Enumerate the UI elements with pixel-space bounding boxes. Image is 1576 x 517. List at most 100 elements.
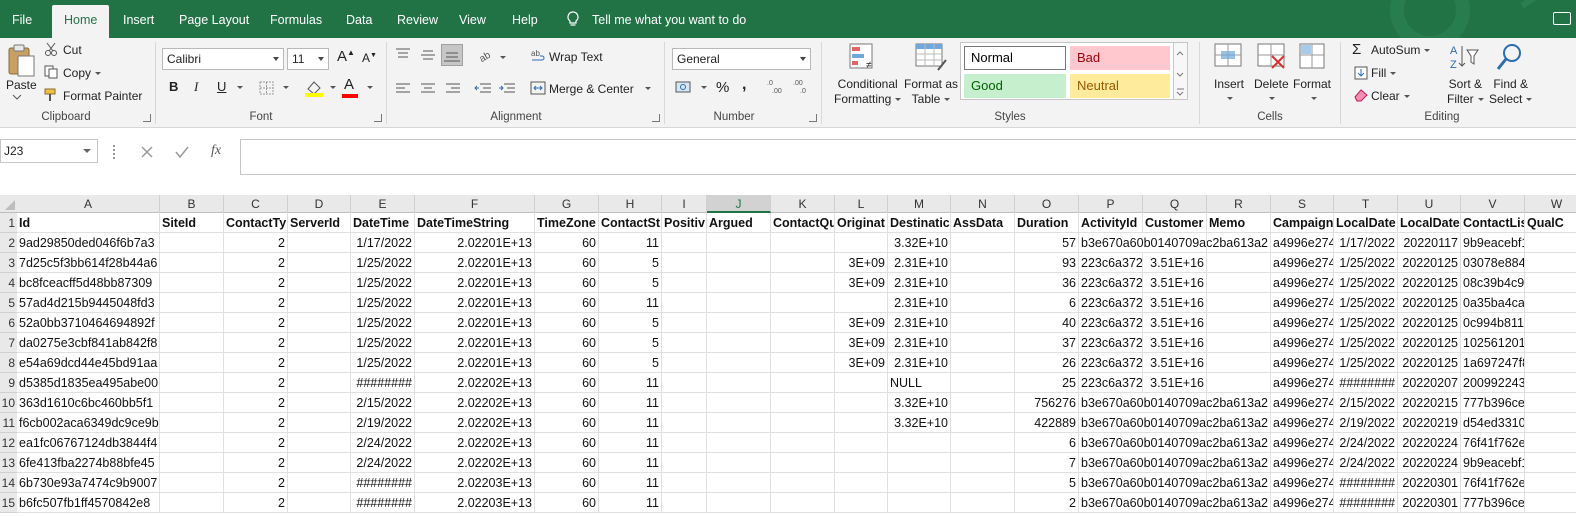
chevron-down-icon[interactable] [500,56,506,59]
column-header-o[interactable]: O [1015,195,1079,213]
data-cell[interactable]: 9ad29850ded046f6b7a3 [17,233,160,253]
data-cell[interactable]: 52a0bb3710464694892f [17,313,160,333]
data-cell[interactable]: ######## [1334,493,1398,513]
data-cell[interactable] [662,433,707,453]
data-cell[interactable]: 2.02202E+13 [415,433,535,453]
data-cell[interactable]: ######## [351,493,415,513]
underline-button[interactable]: U [217,79,226,94]
percent-button[interactable]: % [716,79,729,96]
data-cell[interactable]: 20220125 [1398,313,1461,333]
data-cell[interactable]: 60 [535,393,599,413]
column-title-cell[interactable]: Customer [1143,213,1207,233]
row-header[interactable]: 13 [0,453,17,473]
data-cell[interactable]: 60 [535,313,599,333]
data-cell[interactable] [1525,393,1576,413]
data-cell[interactable] [288,313,351,333]
increase-decimal-icon[interactable]: .0.00 [766,78,786,94]
format-cells-button[interactable]: Format [1293,77,1331,91]
row-header[interactable]: 8 [0,353,17,373]
data-cell[interactable] [1207,333,1271,353]
data-cell[interactable]: 3E+09 [835,313,888,333]
chevron-down-icon[interactable] [237,86,243,89]
data-cell[interactable]: 0c994b8110c84a [1461,313,1525,333]
data-cell[interactable] [771,473,835,493]
data-cell[interactable]: 223c6a372 [1079,373,1143,393]
data-cell[interactable]: 03078e884e4d4f [1461,253,1525,273]
data-cell[interactable]: 2/24/2022 [1334,453,1398,473]
data-cell[interactable]: 6 [1015,433,1079,453]
column-header-n[interactable]: N [951,195,1015,213]
decrease-font-button[interactable]: A▼ [362,51,377,65]
column-header-h[interactable]: H [599,195,662,213]
data-cell[interactable]: 40 [1015,313,1079,333]
number-format-dropdown[interactable]: General [672,48,811,70]
data-cell[interactable]: b6fc507fb1ff4570842e8 [17,493,160,513]
data-cell[interactable]: 5 [599,253,662,273]
data-cell[interactable] [888,453,951,473]
data-cell[interactable]: 20220224 [1398,453,1461,473]
data-cell[interactable] [1207,393,1271,413]
data-cell[interactable] [707,453,771,473]
data-cell[interactable] [160,253,224,273]
font-launcher-icon[interactable] [374,114,382,122]
data-cell[interactable] [951,293,1015,313]
data-cell[interactable] [288,353,351,373]
column-title-cell[interactable]: Destinatic [888,213,951,233]
data-cell[interactable]: 2.02202E+13 [415,393,535,413]
data-cell[interactable] [707,433,771,453]
data-cell[interactable] [1207,233,1271,253]
row-header[interactable]: 3 [0,253,17,273]
data-cell[interactable] [1143,413,1207,433]
borders-icon[interactable] [259,81,275,95]
data-cell[interactable] [951,453,1015,473]
column-header-s[interactable]: S [1271,195,1334,213]
tab-data[interactable]: Data [334,0,384,38]
data-cell[interactable]: 2/19/2022 [351,413,415,433]
data-cell[interactable]: 60 [535,353,599,373]
tab-help[interactable]: Help [500,0,550,38]
data-cell[interactable] [951,333,1015,353]
row-header[interactable]: 10 [0,393,17,413]
data-cell[interactable]: 20220224 [1398,433,1461,453]
align-middle-icon[interactable] [420,47,436,61]
data-cell[interactable]: 20220215 [1398,393,1461,413]
data-cell[interactable]: a4996e274 [1271,353,1334,373]
formula-input[interactable] [240,139,1576,175]
cancel-icon[interactable] [140,145,154,159]
data-cell[interactable]: 2 [224,373,288,393]
data-cell[interactable] [288,473,351,493]
tell-me-search[interactable]: Tell me what you want to do [592,0,746,38]
data-cell[interactable]: 1/25/2022 [351,293,415,313]
insert-function-button[interactable]: fx [211,143,221,159]
align-bottom-selected[interactable] [441,44,463,66]
data-cell[interactable]: 20220125 [1398,293,1461,313]
data-cell[interactable]: 60 [535,293,599,313]
data-cell[interactable]: 20220301 [1398,473,1461,493]
data-cell[interactable]: a4996e274 [1271,333,1334,353]
data-cell[interactable] [1525,433,1576,453]
data-cell[interactable]: a4996e274 [1271,433,1334,453]
data-cell[interactable] [707,333,771,353]
data-cell[interactable]: 3E+09 [835,253,888,273]
data-cell[interactable]: a4996e274 [1271,313,1334,333]
data-cell[interactable]: 2.02201E+13 [415,233,535,253]
data-cell[interactable] [160,493,224,513]
data-cell[interactable]: 223c6a372 [1079,253,1143,273]
comment-icon[interactable] [1553,12,1571,25]
row-header[interactable]: 2 [0,233,17,253]
data-cell[interactable]: 363d1610c6bc460bb5f1 [17,393,160,413]
data-cell[interactable]: 57 [1015,233,1079,253]
data-cell[interactable] [1525,373,1576,393]
tab-home[interactable]: Home [52,5,110,38]
data-cell[interactable] [771,433,835,453]
font-color-button[interactable]: A [344,76,354,93]
data-cell[interactable]: da0275e3cbf841ab842f8 [17,333,160,353]
data-cell[interactable]: 20220207 [1398,373,1461,393]
data-cell[interactable]: 26 [1015,353,1079,373]
data-cell[interactable]: 2.02201E+13 [415,353,535,373]
data-cell[interactable] [662,293,707,313]
data-cell[interactable] [951,473,1015,493]
column-header-g[interactable]: G [535,195,599,213]
data-cell[interactable]: bc8fceacff5d48bb87309 [17,273,160,293]
data-cell[interactable]: a4996e274 [1271,293,1334,313]
